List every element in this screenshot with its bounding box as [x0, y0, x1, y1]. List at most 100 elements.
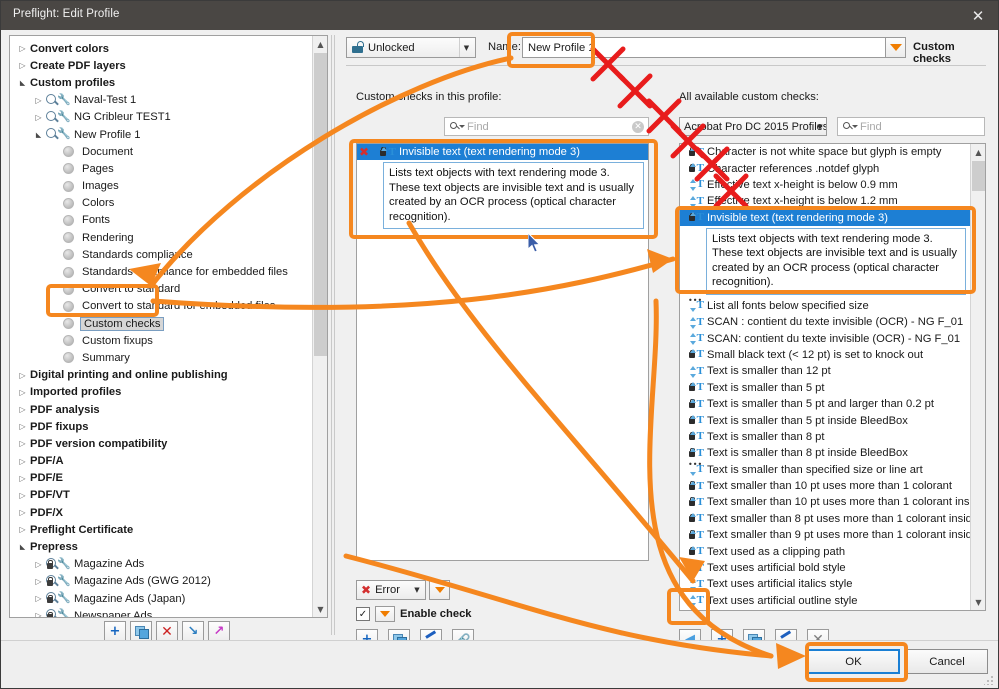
chevron-right-icon[interactable]: ▷ [16, 491, 29, 500]
resize-grip[interactable] [984, 675, 994, 685]
list-item[interactable]: TText smaller than 8 pt uses more than 1… [680, 511, 970, 527]
ok-button[interactable]: OK [807, 649, 900, 674]
severity-extra-dropdown-button[interactable] [429, 580, 450, 600]
chevron-right-icon[interactable]: ▷ [16, 61, 29, 70]
tree-item[interactable]: ▷PDF version compatibility [10, 435, 313, 452]
tree-item[interactable]: Pages [10, 160, 313, 177]
list-item[interactable]: TText used as a clipping path [680, 543, 970, 559]
chevron-down-icon[interactable]: ◢ [16, 79, 29, 87]
tree-item[interactable]: Images [10, 178, 313, 195]
cancel-button[interactable]: Cancel [906, 649, 988, 674]
chevron-right-icon[interactable]: ▷ [16, 388, 29, 397]
list-item[interactable]: •••TList all fonts below specified size [680, 298, 970, 314]
export-profile-button[interactable]: ↗ [208, 621, 230, 642]
tree-item[interactable]: ▷🔧Magazine Ads (Japan) [10, 590, 313, 607]
enable-check-checkbox[interactable]: ✓ [356, 607, 370, 621]
tree-item[interactable]: Custom checks [10, 315, 313, 332]
tree-item[interactable]: ▷Preflight Certificate [10, 521, 313, 538]
list-item[interactable]: TEffective text x-height is below 0.9 mm [680, 177, 970, 193]
profile-checks-search-input[interactable]: Find ✕ [444, 117, 649, 136]
scroll-up-icon[interactable]: ▲ [313, 36, 328, 52]
tree-item[interactable]: ▷🔧Magazine Ads (GWG 2012) [10, 573, 313, 590]
tree-item[interactable]: ▷Convert colors [10, 40, 313, 57]
delete-profile-button[interactable]: ✕ [156, 621, 178, 642]
tree-item[interactable]: ▷Imported profiles [10, 384, 313, 401]
tree-item[interactable]: Colors [10, 195, 313, 212]
tree-item[interactable]: ▷PDF/X [10, 504, 313, 521]
tree-item[interactable]: ▷🔧Naval-Test 1 [10, 92, 313, 109]
list-item[interactable]: TSCAN: contient du texte invisible (OCR)… [680, 330, 970, 346]
tree-item[interactable]: ▷🔧Newspaper Ads [10, 607, 313, 618]
chevron-right-icon[interactable]: ▷ [16, 371, 29, 380]
tree-item[interactable]: Fonts [10, 212, 313, 229]
list-item[interactable]: TCharacter is not white space but glyph … [680, 144, 970, 160]
profile-name-input[interactable]: New Profile 1 [522, 37, 898, 58]
chevron-right-icon[interactable]: ▷ [16, 44, 29, 53]
list-item[interactable]: TInvisible text (text rendering mode 3) [680, 210, 970, 226]
tree-item[interactable]: ◢Prepress [10, 538, 313, 555]
tree-toolbar[interactable]: + ✕ ↘ ↗ [104, 621, 230, 642]
scroll-thumb[interactable] [314, 53, 327, 356]
severity-dropdown[interactable]: ✖ Error ▼ [356, 580, 426, 600]
chevron-down-icon[interactable]: ▼ [411, 581, 423, 599]
chevron-right-icon[interactable]: ▷ [16, 405, 29, 414]
list-item[interactable]: TText uses artificial bold style [680, 560, 970, 576]
tree-item[interactable]: ▷Create PDF layers [10, 57, 313, 74]
import-profile-button[interactable]: ↘ [182, 621, 204, 642]
list-item[interactable]: ✖T Invisible text (text rendering mode 3… [357, 144, 648, 160]
chevron-right-icon[interactable]: ▷ [32, 113, 45, 122]
profile-name-dropdown-button[interactable] [885, 37, 906, 58]
chevron-right-icon[interactable]: ▷ [16, 439, 29, 448]
list-item[interactable]: TCharacter references .notdef glyph [680, 160, 970, 176]
list-item[interactable]: TText is smaller than 5 pt [680, 380, 970, 396]
list-item[interactable]: TEffective text x-height is below 1.2 mm [680, 193, 970, 209]
available-checks-list[interactable]: TCharacter is not white space but glyph … [679, 143, 986, 611]
close-icon[interactable]: ✕ [956, 1, 999, 30]
list-item[interactable]: TText is smaller than 5 pt and larger th… [680, 396, 970, 412]
enable-check-dropdown-button[interactable] [375, 606, 395, 622]
chevron-right-icon[interactable]: ▷ [32, 594, 45, 603]
list-item[interactable]: TText is smaller than 8 pt [680, 429, 970, 445]
list-item[interactable]: TText is smaller than 8 pt inside BleedB… [680, 445, 970, 461]
tree-item[interactable]: ▷PDF/E [10, 470, 313, 487]
enable-check-row[interactable]: ✓ Enable check [356, 606, 472, 622]
chevron-down-icon[interactable]: ▼ [459, 38, 473, 57]
tree-item[interactable]: ◢Custom profiles [10, 74, 313, 91]
list-item[interactable]: •••TText is smaller than specified size … [680, 461, 970, 477]
list-item[interactable]: TSCAN : contient du texte invisible (OCR… [680, 314, 970, 330]
chevron-down-icon[interactable]: ◢ [32, 131, 45, 139]
tree-item[interactable]: Document [10, 143, 313, 160]
list-item[interactable]: TText is smaller than 12 pt [680, 363, 970, 379]
chevron-right-icon[interactable]: ▷ [16, 508, 29, 517]
tree-item[interactable]: Custom fixups [10, 332, 313, 349]
chevron-right-icon[interactable]: ▷ [32, 577, 45, 586]
tree-item[interactable]: ◢🔧New Profile 1 [10, 126, 313, 143]
tree-item[interactable]: ▷🔧NG Cribleur TEST1 [10, 109, 313, 126]
list-item[interactable]: TText smaller than 9 pt uses more than 1… [680, 527, 970, 543]
list-item[interactable]: TSmall black text (< 12 pt) is set to kn… [680, 347, 970, 363]
chevron-down-icon[interactable]: ◢ [16, 543, 29, 551]
chevron-right-icon[interactable]: ▷ [16, 422, 29, 431]
chevron-right-icon[interactable]: ▷ [16, 474, 29, 483]
tree-item[interactable]: ▷PDF/A [10, 453, 313, 470]
list-item[interactable]: TText smaller than 10 pt uses more than … [680, 478, 970, 494]
chevron-down-icon[interactable]: ▼ [812, 118, 824, 135]
lock-state-dropdown[interactable]: Unlocked ▼ [346, 37, 476, 58]
chevron-right-icon[interactable]: ▷ [16, 457, 29, 466]
tree-item[interactable]: Standards compliance for embedded files [10, 263, 313, 280]
duplicate-profile-button[interactable] [130, 621, 152, 642]
scroll-down-icon[interactable]: ▼ [313, 601, 328, 617]
profiles-tree[interactable]: ▷Convert colors▷Create PDF layers◢Custom… [10, 36, 313, 617]
list-item[interactable]: TText uses artificial outline style [680, 593, 970, 609]
scroll-down-icon[interactable]: ▼ [971, 594, 986, 610]
scroll-up-icon[interactable]: ▲ [971, 144, 986, 160]
tree-item[interactable]: ▷PDF fixups [10, 418, 313, 435]
available-checks-search-input[interactable]: Find [837, 117, 985, 136]
list-item[interactable]: TText uses artificial italics style [680, 576, 970, 592]
tree-item[interactable]: ▷🔧Magazine Ads [10, 556, 313, 573]
tree-item[interactable]: ▷Digital printing and online publishing [10, 367, 313, 384]
list-item[interactable]: TText smaller than 10 pt uses more than … [680, 494, 970, 510]
available-checks-profile-filter[interactable]: Acrobat Pro DC 2015 Profiles ▼ [679, 117, 827, 136]
tree-item[interactable]: ▷PDF analysis [10, 401, 313, 418]
chevron-right-icon[interactable]: ▷ [16, 525, 29, 534]
